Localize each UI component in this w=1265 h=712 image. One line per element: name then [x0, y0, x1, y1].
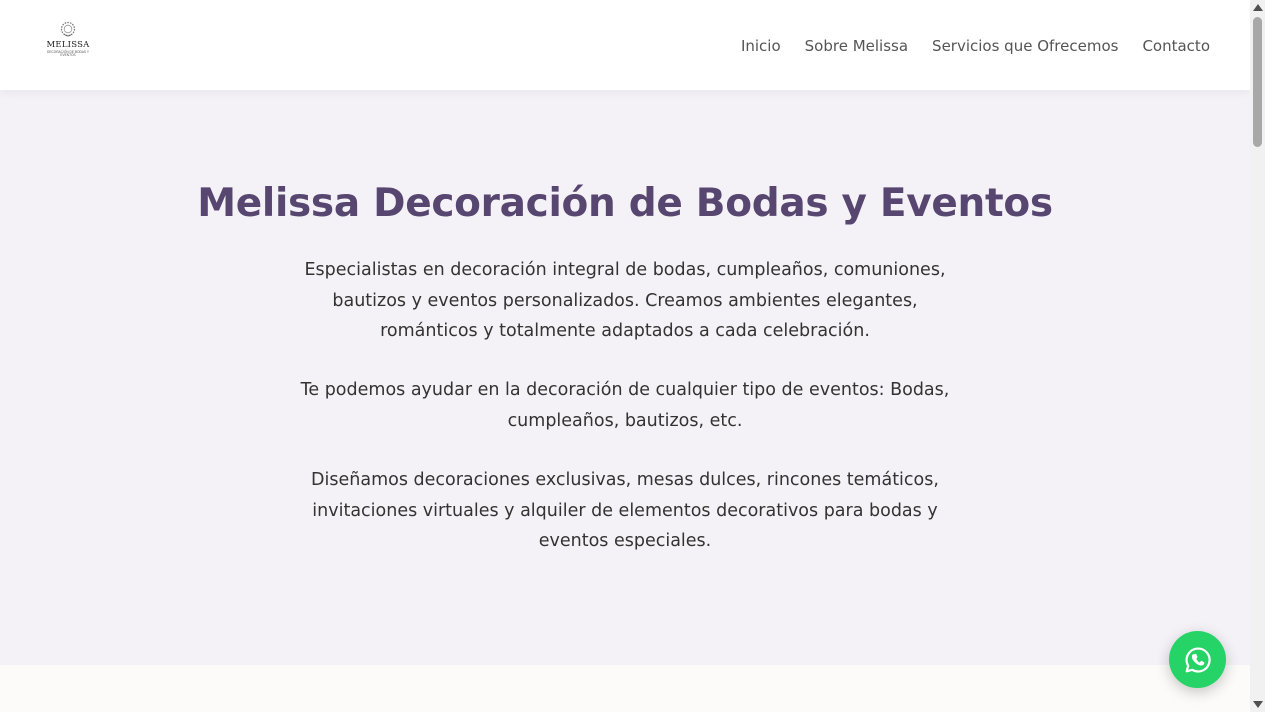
- hero-paragraph-events: Te podemos ayudar en la decoración de cu…: [300, 380, 950, 431]
- site-logo[interactable]: MELISSA DECORACIÓN DE BODAS Y EVENTOS: [42, 20, 94, 66]
- whatsapp-button[interactable]: [1169, 631, 1226, 688]
- site-header: MELISSA DECORACIÓN DE BODAS Y EVENTOS In…: [0, 0, 1250, 90]
- nav-sobre-melissa[interactable]: Sobre Melissa: [793, 34, 920, 58]
- nav-contacto[interactable]: Contacto: [1130, 34, 1210, 58]
- main-nav: Inicio Sobre Melissa Servicios que Ofrec…: [729, 34, 1210, 58]
- scroll-up-arrow[interactable]: [1250, 0, 1265, 15]
- hero-paragraph-services: Diseñamos decoraciones exclusivas, mesas…: [311, 470, 939, 551]
- hero-section: Melissa Decoración de Bodas y Eventos Es…: [0, 90, 1250, 665]
- scroll-thumb[interactable]: [1253, 17, 1262, 147]
- next-section: [0, 665, 1250, 712]
- hero-paragraph-intro: Especialistas en decoración integral de …: [304, 260, 946, 341]
- hero-title: Melissa Decoración de Bodas y Eventos: [197, 181, 1053, 226]
- whatsapp-icon: [1185, 646, 1211, 673]
- page: MELISSA DECORACIÓN DE BODAS Y EVENTOS In…: [0, 0, 1250, 712]
- nav-inicio[interactable]: Inicio: [729, 34, 793, 58]
- logo-tagline: DECORACIÓN DE BODAS Y EVENTOS: [47, 49, 89, 58]
- logo-name: MELISSA: [46, 40, 90, 50]
- nav-servicios[interactable]: Servicios que Ofrecemos: [920, 34, 1130, 58]
- scroll-down-arrow[interactable]: [1250, 697, 1265, 712]
- vertical-scrollbar[interactable]: [1250, 0, 1265, 712]
- wreath-logo-icon: [60, 21, 76, 37]
